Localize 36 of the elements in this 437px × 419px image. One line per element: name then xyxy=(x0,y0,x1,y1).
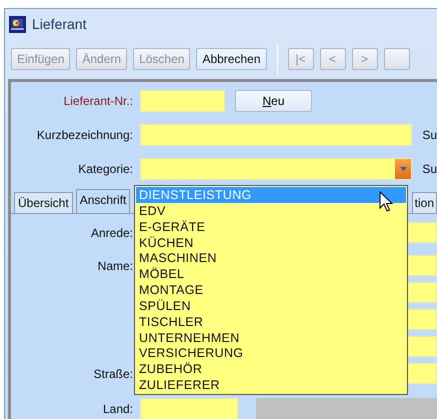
field-label: Land: xyxy=(102,402,134,416)
combo-field[interactable] xyxy=(140,158,412,180)
dropdown-option[interactable]: MÖBEL xyxy=(136,266,406,282)
tab[interactable]: Übersicht xyxy=(14,192,73,213)
window-title: Lieferant xyxy=(32,16,86,32)
field-label: Kurzbezeichnung: xyxy=(36,128,134,142)
dropdown-option[interactable]: TISCHLER xyxy=(136,314,406,330)
dropdown-option[interactable]: EDV xyxy=(136,202,406,219)
field-label: Su xyxy=(422,128,437,142)
app-icon xyxy=(9,16,26,32)
caret-icon xyxy=(400,166,407,170)
dropdown-option[interactable]: UNTERNEHMEN xyxy=(136,330,406,346)
navigation-button[interactable] xyxy=(384,48,410,70)
mouse-cursor-icon xyxy=(379,191,393,213)
tab[interactable]: tion xyxy=(412,192,437,213)
field-label: Lieferant-Nr.: xyxy=(62,94,134,108)
dropdown-option[interactable]: E-GERÄTE xyxy=(136,218,406,235)
dropdown-option[interactable]: ZUBEHÖR xyxy=(136,361,406,378)
field-label: Straße: xyxy=(92,366,134,380)
dropdown-option[interactable]: MASCHINEN xyxy=(136,250,406,266)
dropdown-option[interactable]: VERSICHERUNG xyxy=(136,345,406,362)
field-label: Su xyxy=(422,162,437,176)
toolbar-button[interactable]: Abbrechen xyxy=(196,48,266,70)
input-field[interactable] xyxy=(140,398,238,419)
field-label: Name: xyxy=(96,258,134,272)
field-label: Kategorie: xyxy=(77,162,134,176)
input-field[interactable] xyxy=(140,124,412,146)
dropdown-button[interactable] xyxy=(395,158,412,178)
tab[interactable]: Anschrift xyxy=(76,189,130,213)
dropdown-option[interactable]: ZULIEFERER xyxy=(136,377,406,393)
new-button[interactable]: Neu xyxy=(235,90,312,112)
dropdown-option[interactable]: SPÜLEN xyxy=(136,298,406,314)
dropdown-option[interactable]: KÜCHEN xyxy=(136,234,406,250)
input-field[interactable] xyxy=(140,90,225,112)
dropdown-option[interactable]: MONTAGE xyxy=(136,282,406,298)
field-label: Anrede: xyxy=(90,226,134,240)
